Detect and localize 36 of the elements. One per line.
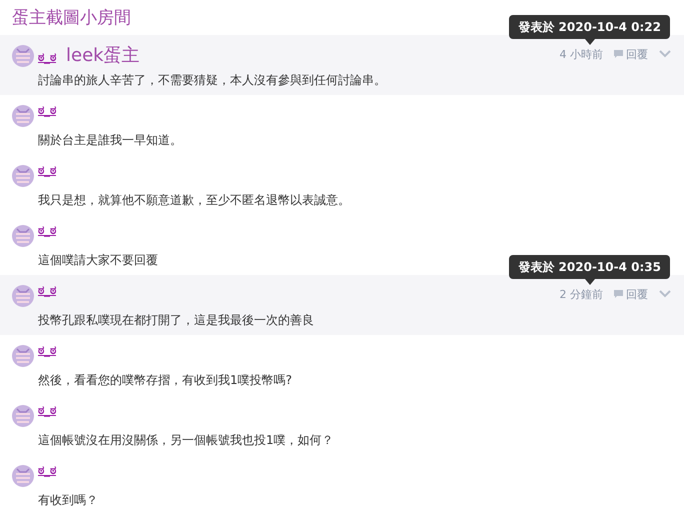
- author-link[interactable]: ಠ_ಠ: [38, 103, 56, 117]
- speech-bubble-icon: [613, 289, 624, 299]
- author-link[interactable]: ಠ_ಠ: [38, 343, 56, 357]
- author-label: leek蛋主: [66, 44, 140, 67]
- post-time: 2 分鐘前: [560, 286, 603, 302]
- caret-icon[interactable]: [658, 289, 672, 299]
- post-text: 關於台主是誰我一早知道。: [38, 132, 182, 149]
- post-time: 4 小時前: [560, 46, 603, 62]
- post-text: 這個帳號沒在用沒關係，另一個帳號我也投1噗，如何？: [38, 432, 334, 449]
- author-link[interactable]: ಠ_ಠ: [38, 463, 56, 477]
- tooltip-pointer-icon: [584, 279, 595, 285]
- author-link[interactable]: ಠ_ಠ: [38, 403, 56, 417]
- page-title: 蛋主截圖小房間: [12, 6, 131, 28]
- post-text: 然後，看看您的噗幣存摺，有收到我1噗投幣嗎?: [38, 372, 292, 389]
- author-link[interactable]: ಠ_ಠ: [38, 163, 56, 177]
- avatar-icon: [12, 45, 34, 67]
- avatar-icon: [12, 285, 34, 307]
- caret-icon[interactable]: [658, 49, 672, 59]
- post-text: 有收到嗎？: [38, 492, 98, 509]
- avatar-icon: [12, 405, 34, 427]
- avatar-icon: [12, 465, 34, 487]
- tooltip: 發表於 2020-10-4 0:22: [509, 15, 670, 39]
- post-text: 這個噗請大家不要回覆: [38, 252, 158, 269]
- avatar-icon: [12, 105, 34, 127]
- author-link[interactable]: ಠ_ಠ: [38, 50, 56, 64]
- speech-bubble-icon: [613, 49, 624, 59]
- tooltip: 發表於 2020-10-4 0:35: [509, 255, 670, 279]
- author-link[interactable]: ಠ_ಠ: [38, 283, 56, 297]
- post-text: 我只是想，就算他不願意道歉，至少不匿名退幣以表誠意。: [38, 192, 350, 209]
- author-link[interactable]: ಠ_ಠ: [38, 223, 56, 237]
- avatar-icon: [12, 165, 34, 187]
- avatar-icon: [12, 345, 34, 367]
- post-text: 投幣孔跟私噗現在都打開了，這是我最後一次的善良: [38, 312, 314, 329]
- post-text: 討論串的旅人辛苦了，不需要猜疑，本人沒有參與到任何討論串。: [38, 72, 386, 89]
- avatar-icon: [12, 225, 34, 247]
- tooltip-pointer-icon: [584, 39, 595, 45]
